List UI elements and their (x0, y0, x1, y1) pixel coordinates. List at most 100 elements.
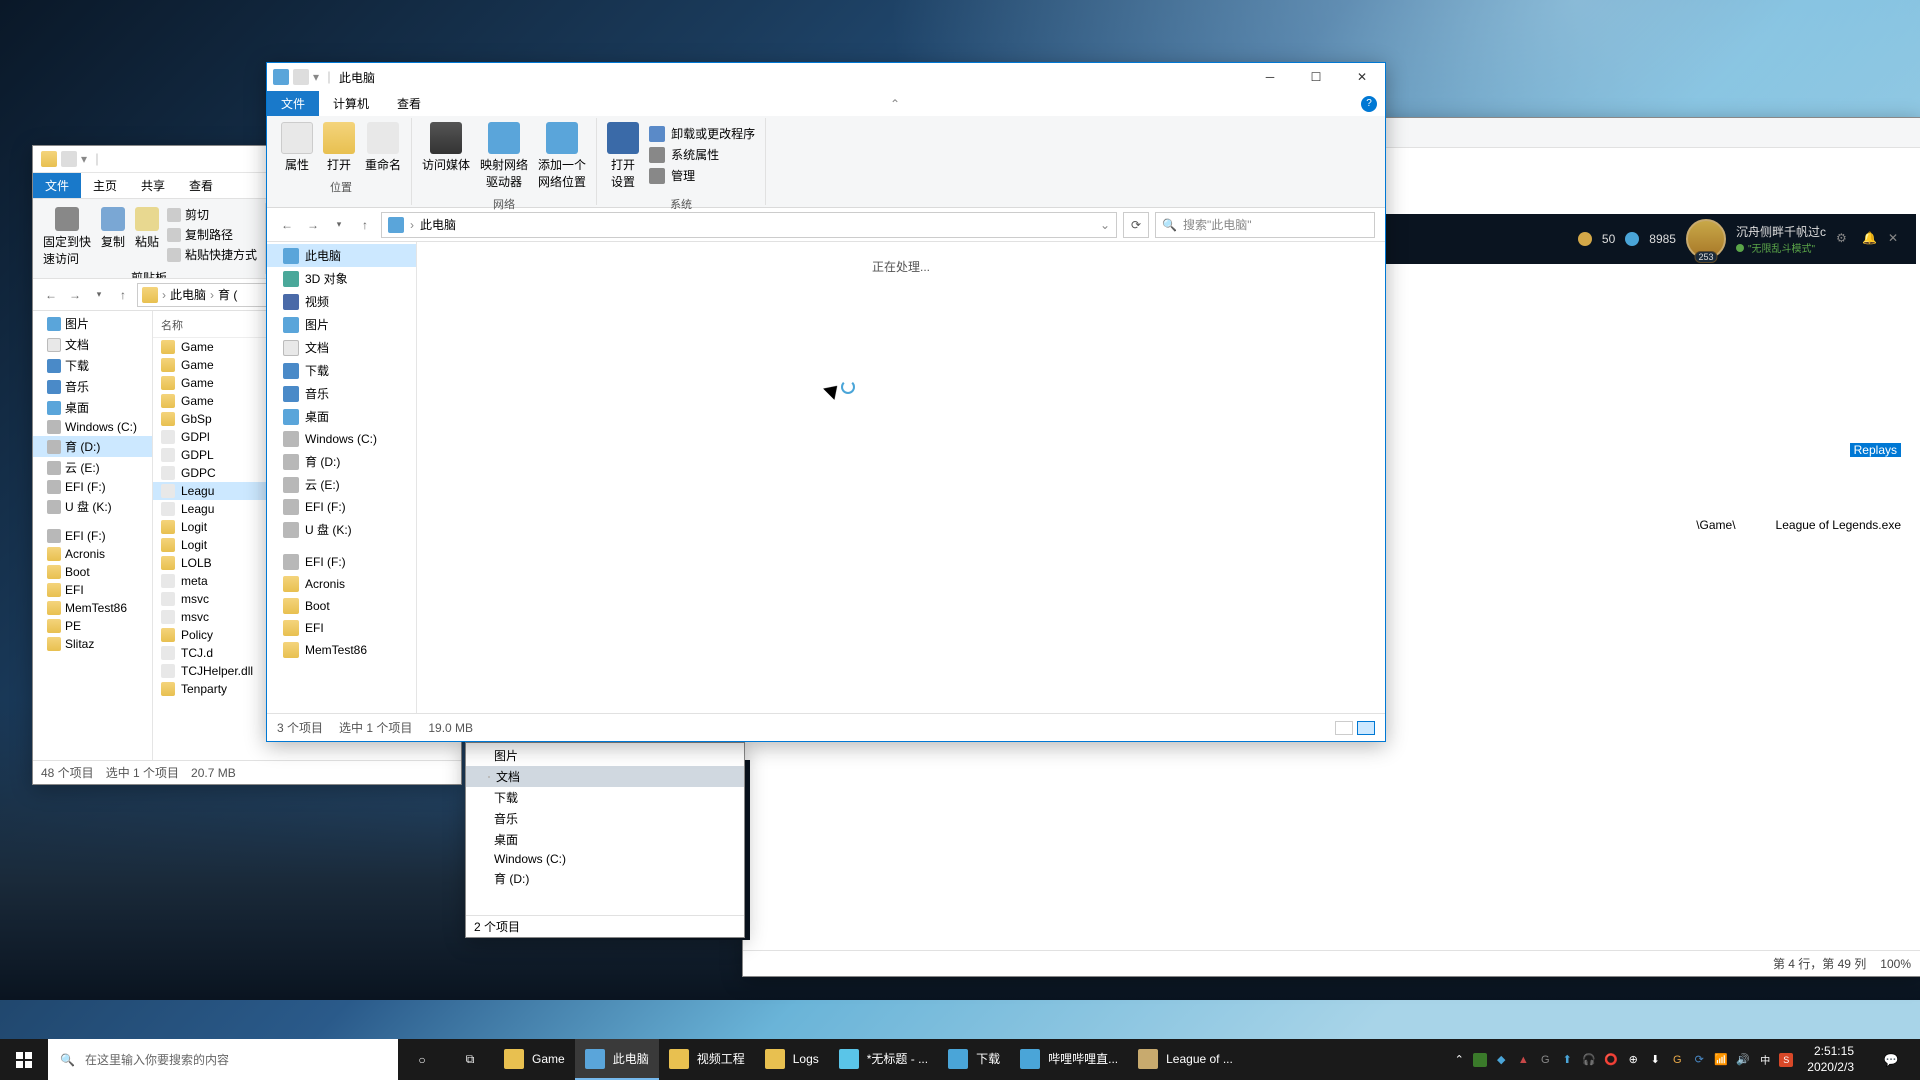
ribbon-rename[interactable]: 重命名 (363, 120, 403, 175)
cortana-button[interactable]: ○ (398, 1039, 446, 1080)
tree-node-Slitaz[interactable]: Slitaz (33, 635, 152, 653)
taskbar-task[interactable]: 视频工程 (659, 1039, 755, 1080)
tab-home[interactable]: 主页 (81, 173, 129, 198)
ribbon-add-netloc[interactable]: 添加一个 网络位置 (536, 120, 588, 192)
ribbon-copypath[interactable]: 复制路径 (165, 225, 259, 244)
w2-content-pane[interactable]: 正在处理... (417, 242, 1385, 713)
tray-app-icon[interactable]: ◆ (1493, 1052, 1509, 1068)
tree-node-U 盘 (K:)[interactable]: U 盘 (K:) (267, 518, 416, 541)
w1-nav-tree[interactable]: 图片文档下载音乐桌面Windows (C:)育 (D:)云 (E:)EFI (F… (33, 311, 153, 760)
tray-app-icon[interactable]: ⬆ (1559, 1052, 1575, 1068)
tree-node-文档[interactable]: 文档 (33, 334, 152, 355)
ribbon-copy[interactable]: 复制 (97, 205, 129, 269)
taskbar-task[interactable]: Logs (755, 1039, 829, 1080)
ribbon-pastelnk[interactable]: 粘贴快捷方式 (165, 245, 259, 264)
taskbar-task[interactable]: 此电脑 (575, 1039, 659, 1080)
tree-node-Windows (C:)[interactable]: Windows (C:) (33, 418, 152, 436)
tray-ime-icon[interactable]: 中 (1757, 1052, 1773, 1068)
refresh-button[interactable]: ⟳ (1123, 212, 1149, 238)
tree-node-图片[interactable]: 图片 (466, 745, 744, 766)
tray-sogou-icon[interactable]: S (1779, 1053, 1793, 1067)
nav-history-icon[interactable]: ▾ (329, 215, 349, 235)
ribbon-collapse-icon[interactable]: ⌃ (890, 97, 900, 111)
nav-back-icon[interactable]: ← (277, 215, 297, 235)
tree-node-下载[interactable]: 下载 (33, 355, 152, 376)
tree-node-Acronis[interactable]: Acronis (33, 545, 152, 563)
tree-node-云 (E:)[interactable]: 云 (E:) (267, 473, 416, 496)
taskbar-task[interactable]: Game (494, 1039, 575, 1080)
minimize-button[interactable]: ─ (1247, 63, 1293, 91)
tree-node-Windows (C:)[interactable]: Windows (C:) (267, 428, 416, 450)
maximize-button[interactable]: ☐ (1293, 63, 1339, 91)
tree-node-育 (D:)[interactable]: 育 (D:) (466, 868, 744, 889)
nav-up-icon[interactable]: ↑ (355, 215, 375, 235)
ribbon-uninstall[interactable]: 卸载或更改程序 (647, 124, 757, 143)
breadcrumb-thispc[interactable]: 此电脑 (420, 216, 456, 233)
tray-app-icon[interactable]: ⟳ (1691, 1052, 1707, 1068)
tray-app-icon[interactable]: 🎧 (1581, 1052, 1597, 1068)
tab-computer[interactable]: 计算机 (319, 91, 383, 116)
ribbon-properties[interactable]: 属性 (279, 120, 315, 175)
tree-node-视频[interactable]: 视频 (267, 290, 416, 313)
tab-view[interactable]: 查看 (177, 173, 225, 198)
nav-fwd-icon[interactable]: → (65, 285, 85, 305)
tray-app-icon[interactable]: G (1669, 1052, 1685, 1068)
w2-nav-tree[interactable]: 此电脑3D 对象视频图片文档下载音乐桌面Windows (C:)育 (D:)云 … (267, 242, 417, 713)
tree-node-Windows (C:)[interactable]: Windows (C:) (466, 850, 744, 868)
tab-view[interactable]: 查看 (383, 91, 435, 116)
nav-fwd-icon[interactable]: → (303, 215, 323, 235)
nav-up-icon[interactable]: ↑ (113, 285, 133, 305)
tree-node-MemTest86[interactable]: MemTest86 (267, 639, 416, 661)
tree-node-育 (D:)[interactable]: 育 (D:) (33, 436, 152, 457)
tree-node-下载[interactable]: 下载 (267, 359, 416, 382)
summoner-avatar[interactable]: 253 (1686, 219, 1726, 259)
view-large-icon[interactable] (1357, 721, 1375, 735)
start-button[interactable] (0, 1039, 48, 1080)
ribbon-media[interactable]: 访问媒体 (420, 120, 472, 192)
taskbar-task[interactable]: 下载 (938, 1039, 1010, 1080)
tree-node-音乐[interactable]: 音乐 (267, 382, 416, 405)
tree-node-Acronis[interactable]: Acronis (267, 573, 416, 595)
lol-settings-icon[interactable]: ⚙ (1836, 231, 1852, 247)
ribbon-open-settings[interactable]: 打开 设置 (605, 120, 641, 192)
tree-node-文档[interactable]: 文档 (466, 766, 744, 787)
view-details-icon[interactable] (1335, 721, 1353, 735)
w2-titlebar[interactable]: ▾｜ 此电脑 ─ ☐ ✕ (267, 63, 1385, 91)
tree-node-图片[interactable]: 图片 (33, 313, 152, 334)
tray-volume-icon[interactable]: 🔊 (1735, 1052, 1751, 1068)
lol-close-icon[interactable]: ✕ (1888, 231, 1904, 247)
search-input[interactable]: 🔍 搜索"此电脑" (1155, 212, 1375, 238)
tree-node-EFI (F:)[interactable]: EFI (F:) (33, 478, 152, 496)
ribbon-sysprops[interactable]: 系统属性 (647, 145, 757, 164)
ribbon-cut[interactable]: 剪切 (165, 205, 259, 224)
tab-file[interactable]: 文件 (33, 173, 81, 198)
tree-node-此电脑[interactable]: 此电脑 (267, 244, 416, 267)
tree-node-EFI (F:)[interactable]: EFI (F:) (33, 527, 152, 545)
tree-node-桌面[interactable]: 桌面 (267, 405, 416, 428)
tree-node-Boot[interactable]: Boot (267, 595, 416, 617)
tab-file[interactable]: 文件 (267, 91, 319, 116)
tray-overflow-icon[interactable]: ⌃ (1451, 1052, 1467, 1068)
tab-share[interactable]: 共享 (129, 173, 177, 198)
ribbon-pin[interactable]: 固定到快 速访问 (39, 205, 95, 269)
help-icon[interactable]: ? (1361, 96, 1377, 112)
task-view-button[interactable]: ⧉ (446, 1039, 494, 1080)
tray-app-icon[interactable]: ▲ (1515, 1052, 1531, 1068)
tray-network-icon[interactable]: 📶 (1713, 1052, 1729, 1068)
ribbon-open[interactable]: 打开 (321, 120, 357, 175)
taskbar-task[interactable]: *无标题 - ... (829, 1039, 938, 1080)
tree-node-MemTest86[interactable]: MemTest86 (33, 599, 152, 617)
action-center-button[interactable]: 💬 (1868, 1053, 1914, 1067)
addr-dropdown-icon[interactable]: ⌄ (1100, 218, 1110, 232)
lol-notification-icon[interactable]: 🔔 (1862, 231, 1878, 247)
taskbar-search[interactable]: 🔍 在这里输入你要搜索的内容 (48, 1039, 398, 1080)
nav-back-icon[interactable]: ← (41, 285, 61, 305)
tree-node-育 (D:)[interactable]: 育 (D:) (267, 450, 416, 473)
close-button[interactable]: ✕ (1339, 63, 1385, 91)
nav-history-icon[interactable]: ▾ (89, 285, 109, 305)
tree-node-PE[interactable]: PE (33, 617, 152, 635)
tree-node-EFI[interactable]: EFI (33, 581, 152, 599)
tree-node-音乐[interactable]: 音乐 (466, 808, 744, 829)
tree-node-云 (E:)[interactable]: 云 (E:) (33, 457, 152, 478)
tree-node-U 盘 (K:)[interactable]: U 盘 (K:) (33, 496, 152, 517)
